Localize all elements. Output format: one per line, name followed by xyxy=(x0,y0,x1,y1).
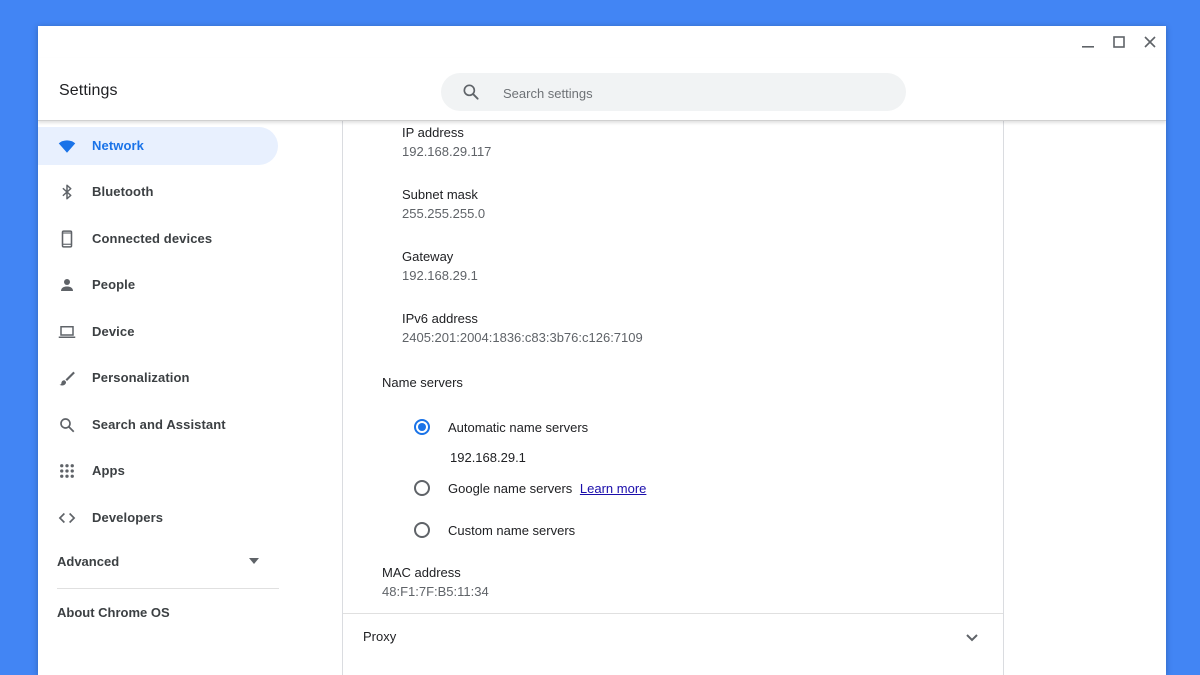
learn-more-link[interactable]: Learn more xyxy=(580,481,646,496)
settings-header: Settings xyxy=(38,58,1166,121)
proxy-row[interactable]: Proxy xyxy=(343,614,1003,664)
minimize-icon xyxy=(1082,46,1094,48)
automatic-name-servers-radio[interactable] xyxy=(414,419,430,435)
proxy-label: Proxy xyxy=(363,629,397,644)
sidebar-item-label: Network xyxy=(92,138,144,153)
page-title: Settings xyxy=(59,82,118,99)
maximize-icon xyxy=(1113,36,1125,48)
sidebar-item-developers[interactable]: Developers xyxy=(38,499,278,537)
person-icon xyxy=(57,275,77,295)
search-input[interactable] xyxy=(501,73,885,113)
sidebar-item-label: Personalization xyxy=(92,370,190,385)
phone-icon xyxy=(57,229,77,249)
sidebar-item-label: People xyxy=(92,277,136,292)
automatic-name-servers-label: Automatic name servers xyxy=(448,420,589,435)
gateway-value: 192.168.29.1 xyxy=(402,268,478,283)
sidebar-item-label: Apps xyxy=(92,463,125,478)
sidebar-item-device[interactable]: Device xyxy=(38,313,278,351)
sidebar-divider xyxy=(57,588,279,589)
search-icon xyxy=(463,84,479,100)
sidebar-item-label: Developers xyxy=(92,510,164,525)
wifi-icon xyxy=(57,136,77,156)
title-bar xyxy=(38,26,1166,58)
name-servers-label: Name servers xyxy=(382,375,463,390)
code-icon xyxy=(57,508,77,528)
custom-name-servers-label: Custom name servers xyxy=(448,523,576,538)
apps-grid-icon xyxy=(57,461,77,481)
sidebar-item-label: Device xyxy=(92,324,135,339)
search-icon xyxy=(57,415,77,435)
sidebar-item-label: Connected devices xyxy=(92,231,213,246)
sidebar-item-apps[interactable]: Apps xyxy=(38,452,278,490)
sidebar-item-search-and-assistant[interactable]: Search and Assistant xyxy=(38,406,278,444)
sidebar-item-label: Bluetooth xyxy=(92,184,154,199)
ip-address-label: IP address xyxy=(402,125,464,140)
google-name-servers-label-row: Google name servers Learn more xyxy=(448,481,646,496)
subnet-mask-value: 255.255.255.0 xyxy=(402,206,486,221)
sidebar-item-label: Search and Assistant xyxy=(92,417,226,432)
advanced-label: Advanced xyxy=(57,554,120,569)
sidebar-item-personalization[interactable]: Personalization xyxy=(38,359,278,397)
ipv6-address-label: IPv6 address xyxy=(402,311,478,326)
gateway-label: Gateway xyxy=(402,249,454,264)
automatic-name-server-value: 192.168.29.1 xyxy=(450,450,526,465)
maximize-button[interactable] xyxy=(1107,30,1131,54)
minimize-button[interactable] xyxy=(1076,30,1100,54)
sidebar-item-bluetooth[interactable]: Bluetooth xyxy=(38,173,278,211)
sidebar: Network Bluetooth Connected devices Peop… xyxy=(38,121,342,675)
ip-address-value: 192.168.29.117 xyxy=(402,144,492,159)
mac-address-value: 48:F1:7F:B5:11:34 xyxy=(382,584,489,599)
google-name-servers-label: Google name servers xyxy=(448,481,573,496)
sidebar-item-connected-devices[interactable]: Connected devices xyxy=(38,220,278,258)
search-box[interactable] xyxy=(441,73,906,113)
about-chrome-os-link[interactable]: About Chrome OS xyxy=(57,605,170,620)
advanced-toggle[interactable]: Advanced xyxy=(38,545,278,577)
close-icon xyxy=(1144,36,1156,48)
ipv6-address-value: 2405:201:2004:1836:c83:3b76:c126:7109 xyxy=(402,330,643,345)
caret-down-icon xyxy=(249,558,259,564)
custom-name-servers-radio[interactable] xyxy=(414,522,430,538)
settings-window: Settings Network Bluetooth Conne xyxy=(38,26,1166,675)
subnet-mask-label: Subnet mask xyxy=(402,187,478,202)
sidebar-item-people[interactable]: People xyxy=(38,266,278,304)
google-name-servers-radio[interactable] xyxy=(414,480,430,496)
network-details-card: IP address 192.168.29.117 Subnet mask 25… xyxy=(342,121,1004,675)
mac-address-label: MAC address xyxy=(382,565,461,580)
sidebar-item-network[interactable]: Network xyxy=(38,127,278,165)
close-button[interactable] xyxy=(1138,30,1162,54)
brush-icon xyxy=(57,368,77,388)
laptop-icon xyxy=(57,322,77,342)
chevron-down-icon xyxy=(966,634,978,642)
bluetooth-icon xyxy=(57,182,77,202)
